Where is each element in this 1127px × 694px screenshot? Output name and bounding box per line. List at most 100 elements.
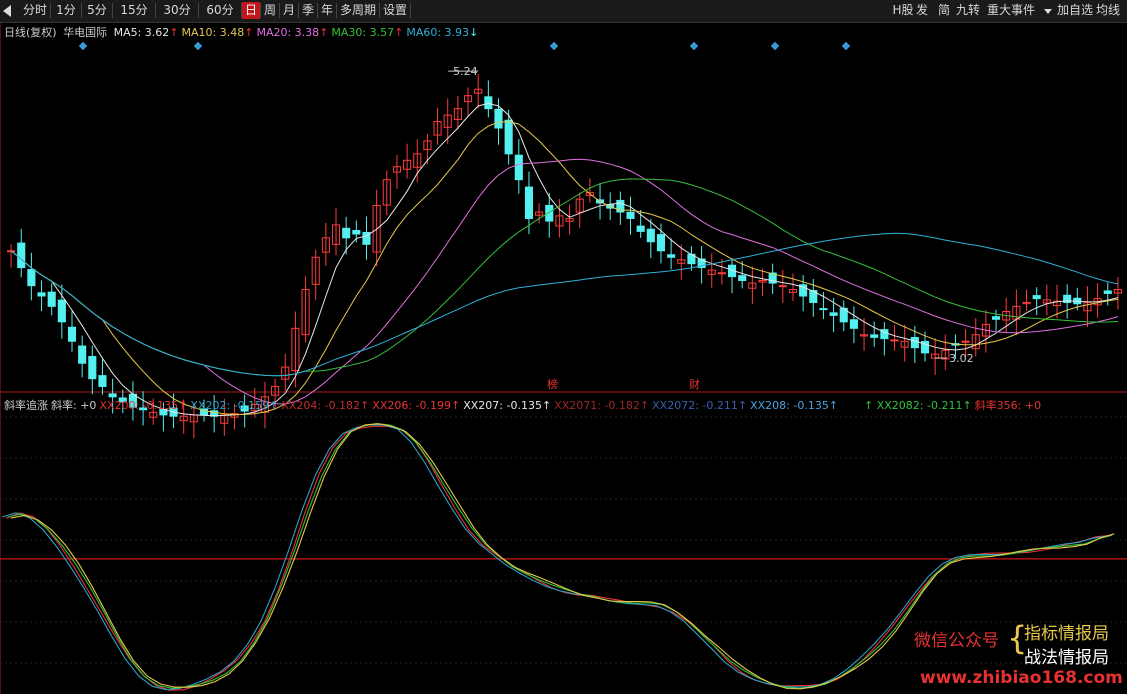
candle-body [37, 292, 46, 297]
stock-name[interactable]: 华电国际 [63, 26, 107, 39]
period-tab-11[interactable]: 多周期 [337, 2, 379, 19]
ma-line-ma5 [10, 102, 1119, 417]
indicator-legend-item: 斜率356: +0 [974, 399, 1042, 412]
candle-body [717, 272, 726, 275]
watermark: 微信公众号 { 指标情报局 战法情报局 www.zhibiao168.com [914, 617, 1126, 693]
ma-trend-arrow: ↓ [469, 26, 479, 39]
candle-body [88, 356, 97, 380]
tool-button-6[interactable]: 均线 [1093, 2, 1123, 19]
low-price-label: 3.02 [949, 352, 974, 365]
candle-body [47, 291, 56, 307]
tool-button-5[interactable]: 加自选 [1054, 2, 1096, 19]
candle-body [849, 319, 858, 329]
watermark-name1: 指标情报局 [1024, 624, 1109, 644]
upper-legend: 日线(复权) 华电国际 MA5: 3.62↑ MA10: 3.48↑ MA20: 3… [4, 24, 484, 40]
watermark-name2: 战法情报局 [1024, 648, 1109, 668]
tool-button-2[interactable]: 简 [935, 2, 953, 19]
indicator-legend-item: XX200: -0.135↑ [99, 399, 188, 412]
candle-body [829, 312, 838, 316]
period-tab-8[interactable]: 月 [280, 2, 298, 19]
indicator-legend-item: XX2071: -0.182↑ [554, 399, 650, 412]
candle-body [778, 285, 787, 288]
tool-button-3[interactable]: 九转 [953, 2, 983, 19]
ma-line-ma30 [10, 178, 1118, 377]
dropdown-arrow-icon[interactable] [1044, 9, 1052, 14]
candle-body [545, 204, 554, 222]
period-tab-7[interactable]: 周 [261, 2, 279, 19]
candle-body [57, 299, 66, 323]
period-tab-0[interactable]: 分时 [20, 2, 50, 19]
ma-legend-ma5: MA5: 3.62 [113, 26, 170, 39]
back-arrow-icon[interactable] [3, 5, 11, 17]
indicator-legend: 斜率追涨 斜率: +0 XX200: -0.135↑ XX202: -0.159↑ XX… [4, 397, 841, 413]
period-tab-9[interactable]: 季 [299, 2, 317, 19]
candle-body [78, 345, 87, 364]
candle-body [17, 242, 26, 269]
ma-trend-arrow: ↑ [244, 26, 254, 39]
candle-body [67, 326, 77, 342]
event-diamond-icon [193, 41, 203, 51]
ma-trend-arrow: ↑ [319, 26, 329, 39]
candle-body [626, 211, 635, 219]
ma-legend-ma30: MA30: 3.57 [331, 26, 395, 39]
candle-body [738, 275, 747, 281]
indicator-legend-item: XX208: -0.135↑ [750, 399, 839, 412]
ma-legend: MA5: 3.62↑ MA10: 3.48↑ MA20: 3.38↑ MA30: 3.… [114, 26, 482, 39]
candle-body [504, 119, 513, 155]
ma-trend-arrow: ↑ [169, 26, 179, 39]
toolbar-separator [410, 3, 411, 18]
period-tab-1[interactable]: 1分 [51, 2, 81, 19]
candle-body [524, 186, 534, 219]
indicator-legend-item: XX202: -0.159↑ [190, 399, 279, 412]
candle-body [27, 269, 36, 287]
event-diamond-icon [549, 41, 559, 51]
indicator-legend-item: XX207: -0.135↑ [463, 399, 552, 412]
indicator-legend-item: ↑ XX2082: -0.211↑ [864, 399, 972, 412]
event-diamond-icon [770, 41, 780, 51]
candle-body [667, 254, 676, 258]
ma-legend-ma60: MA60: 3.93 [406, 26, 470, 39]
watermark-url: www.zhibiao168.com [920, 668, 1123, 688]
indicator-legend-item: 斜率: +0 [51, 399, 97, 412]
event-diamond-icon [78, 41, 88, 51]
candle-body [514, 154, 523, 181]
candle-body [494, 108, 503, 129]
candle-body [636, 225, 645, 232]
period-tab-12[interactable]: 设置 [380, 2, 410, 19]
period-tab-2[interactable]: 5分 [82, 2, 112, 19]
chart-canvas: 5.24 3.02 榜 财 [0, 22, 1127, 694]
candle-body [961, 340, 970, 343]
period-tab-5[interactable]: 60分 [199, 2, 241, 19]
indicator-legend-item: 斜率追涨 [4, 399, 48, 412]
candle-body [98, 375, 107, 387]
candle-body [342, 227, 351, 239]
marker-cai: 财 [689, 377, 700, 391]
candle-body [890, 339, 899, 342]
candle-body [352, 229, 361, 235]
candle-body [870, 334, 879, 338]
ma-trend-arrow: ↑ [394, 26, 404, 39]
candle-body [646, 228, 655, 243]
indicator-legend-right: ↑ XX2082: -0.211↑ 斜率356: +0 [864, 397, 1044, 413]
tool-button-1[interactable]: 发 [913, 2, 931, 19]
indicator-legend-item: XX206: -0.199↑ [372, 399, 461, 412]
period-label: 日线(复权) [4, 26, 57, 39]
candle-body [1032, 295, 1041, 300]
ma-legend-ma10: MA10: 3.48 [181, 26, 245, 39]
period-tab-6[interactable]: 日 [242, 2, 260, 19]
ma-line-ma10 [10, 120, 1118, 416]
period-tab-4[interactable]: 30分 [156, 2, 198, 19]
candle-body [1103, 290, 1112, 294]
candle-body [484, 96, 493, 110]
candle-body [819, 308, 828, 311]
period-tab-3[interactable]: 15分 [113, 2, 155, 19]
candle-body [656, 234, 666, 252]
event-diamond-icon [841, 41, 851, 51]
high-price-label: 5.24 [453, 65, 478, 78]
period-toolbar: 分时 1分 5分 15分 30分 60分日周月季年多周期 设置 H股发简九转 重大事件 加自选均… [0, 0, 1127, 23]
period-tab-10[interactable]: 年 [318, 2, 336, 19]
candle-body [910, 336, 919, 349]
tool-button-4[interactable]: 重大事件 [984, 2, 1038, 19]
marker-bang: 榜 [547, 377, 558, 391]
event-diamond-icon [689, 41, 699, 51]
